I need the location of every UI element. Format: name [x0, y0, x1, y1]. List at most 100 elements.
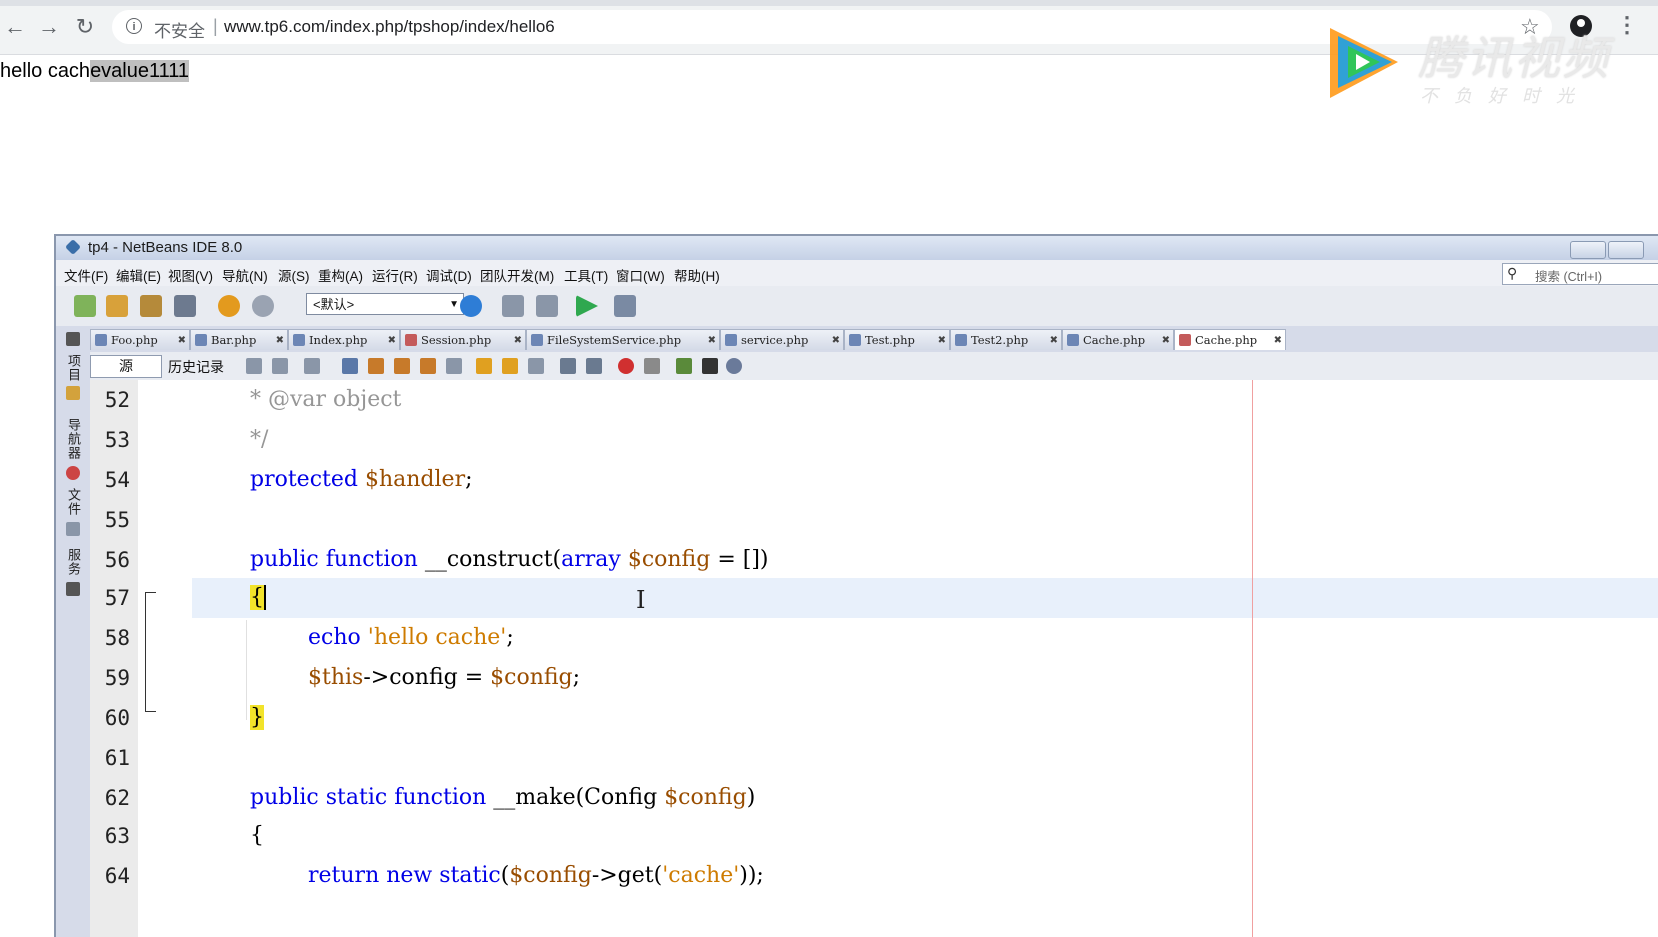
find-previous-icon[interactable] — [368, 358, 384, 374]
menu-navigate[interactable]: 导航(N) — [222, 265, 268, 285]
tab-index-php[interactable]: Index.php ✖ — [288, 329, 400, 350]
close-icon[interactable]: ✖ — [1274, 330, 1282, 351]
maximize-button[interactable] — [1608, 241, 1644, 259]
menu-view[interactable]: 视图(V) — [168, 265, 213, 285]
tab-label: FileSystemService.php — [547, 333, 682, 347]
menu-debug[interactable]: 调试(D) — [426, 265, 472, 285]
browser-globe-icon[interactable] — [460, 295, 482, 317]
menu-window[interactable]: 窗口(W) — [616, 265, 665, 285]
menu-source[interactable]: 源(S) — [278, 265, 310, 285]
menu-tools[interactable]: 工具(T) — [564, 265, 608, 285]
line-number: 64 — [104, 864, 130, 888]
toggle-bookmark-icon[interactable] — [528, 358, 544, 374]
back-arrow-icon[interactable]: ← — [2, 14, 28, 40]
close-icon[interactable]: ✖ — [832, 330, 840, 351]
last-edit-icon[interactable] — [246, 358, 262, 374]
clean-build-icon[interactable] — [536, 295, 558, 317]
undo-icon[interactable] — [218, 295, 240, 317]
line-number: 63 — [104, 824, 130, 848]
line-number: 54 — [104, 468, 130, 492]
url-text[interactable]: www.tp6.com/index.php/tpshop/index/hello… — [224, 17, 555, 37]
line-number: 60 — [104, 706, 130, 730]
current-line-highlight — [192, 578, 1658, 618]
code-line: $this->config = $config; — [308, 665, 581, 690]
restore-window-icon[interactable] — [66, 332, 80, 346]
open-project-icon[interactable] — [140, 295, 162, 317]
build-hammer-icon[interactable] — [502, 295, 524, 317]
tab-foo-php[interactable]: Foo.php ✖ — [90, 329, 190, 350]
tab-test-php[interactable]: Test.php ✖ — [844, 329, 950, 350]
uncomment-icon[interactable] — [702, 358, 718, 374]
close-icon[interactable]: ✖ — [276, 330, 284, 351]
reload-icon[interactable]: ↻ — [72, 14, 98, 40]
tab-test2-php[interactable]: Test2.php ✖ — [950, 329, 1062, 350]
save-all-icon[interactable] — [174, 295, 196, 317]
find-next-icon[interactable] — [394, 358, 410, 374]
ide-toolbar: <默认> ▼ — [56, 286, 1658, 327]
close-icon[interactable]: ✖ — [178, 330, 186, 351]
previous-bookmark-icon[interactable] — [476, 358, 492, 374]
menu-team[interactable]: 团队开发(M) — [480, 265, 554, 285]
text-cursor-icon: I — [636, 586, 646, 614]
side-tab-navigator[interactable]: 导航器 — [64, 418, 83, 460]
forward-icon[interactable] — [304, 358, 320, 374]
new-project-icon[interactable] — [106, 295, 128, 317]
comment-icon[interactable] — [676, 358, 692, 374]
more-menu-icon[interactable]: ⋮ — [1616, 12, 1638, 38]
php-file-icon — [1179, 334, 1191, 346]
tab-cache-php[interactable]: Cache.php ✖ — [1062, 329, 1174, 350]
close-icon[interactable]: ✖ — [1162, 330, 1170, 351]
menu-file[interactable]: 文件(F) — [64, 265, 108, 285]
info-icon[interactable]: i — [126, 18, 142, 34]
shift-left-icon[interactable] — [560, 358, 576, 374]
php-file-icon — [95, 334, 107, 346]
code-editor[interactable]: * @var object */ protected $handler; pub… — [192, 380, 1658, 937]
history-view-button[interactable]: 历史记录 — [168, 357, 224, 377]
new-file-icon[interactable] — [74, 295, 96, 317]
tab-bar-php[interactable]: Bar.php ✖ — [190, 329, 288, 350]
line-number: 53 — [104, 428, 130, 452]
tab-service-php[interactable]: service.php ✖ — [720, 329, 844, 350]
side-tab-services[interactable]: 服务 — [64, 548, 83, 576]
ide-title-text: tp4 - NetBeans IDE 8.0 — [88, 239, 243, 256]
code-line: echo 'hello cache'; — [308, 625, 514, 650]
toggle-highlight-icon[interactable] — [420, 358, 436, 374]
start-macro-icon[interactable] — [618, 358, 634, 374]
close-icon[interactable]: ✖ — [388, 330, 396, 351]
php-file-icon — [293, 334, 305, 346]
menu-edit[interactable]: 编辑(E) — [116, 265, 161, 285]
configuration-value: <默认> — [313, 297, 355, 312]
stop-macro-icon[interactable] — [644, 358, 660, 374]
line-number-gutter: 52 53 54 55 56 57 58 59 60 61 62 63 64 — [90, 380, 139, 937]
side-tab-projects[interactable]: 项目 — [64, 354, 83, 382]
fold-bracket[interactable] — [145, 592, 156, 712]
side-tab-files[interactable]: 文件 — [64, 488, 83, 516]
back-icon[interactable] — [272, 358, 288, 374]
run-icon[interactable] — [576, 295, 598, 317]
next-bookmark-icon[interactable] — [502, 358, 518, 374]
tab-label: Test2.php — [971, 333, 1029, 347]
close-icon[interactable]: ✖ — [1050, 330, 1058, 351]
close-icon[interactable]: ✖ — [514, 330, 522, 351]
configuration-select[interactable]: <默认> ▼ — [306, 293, 464, 315]
menu-refactor[interactable]: 重构(A) — [318, 265, 363, 285]
forward-arrow-icon[interactable]: → — [36, 14, 62, 40]
find-selection-icon[interactable] — [342, 358, 358, 374]
redo-icon[interactable] — [252, 295, 274, 317]
ide-search-input[interactable]: ⚲ 搜索 (Ctrl+I) — [1502, 263, 1658, 285]
tab-filesystemservice-php[interactable]: FileSystemService.php ✖ — [526, 329, 720, 350]
menu-help[interactable]: 帮助(H) — [674, 265, 720, 285]
close-icon[interactable]: ✖ — [708, 330, 716, 351]
close-icon[interactable]: ✖ — [938, 330, 946, 351]
tab-session-php[interactable]: Session.php ✖ — [400, 329, 526, 350]
database-icon[interactable] — [726, 358, 742, 374]
source-view-button[interactable]: 源 — [90, 355, 162, 378]
toggle-rect-select-icon[interactable] — [446, 358, 462, 374]
php-file-icon — [405, 334, 417, 346]
minimize-button[interactable] — [1570, 241, 1606, 259]
php-file-icon — [195, 334, 207, 346]
menu-run[interactable]: 运行(R) — [372, 265, 418, 285]
debug-icon[interactable] — [614, 295, 636, 317]
shift-right-icon[interactable] — [586, 358, 602, 374]
tab-cache-php-active[interactable]: Cache.php ✖ — [1174, 329, 1286, 350]
